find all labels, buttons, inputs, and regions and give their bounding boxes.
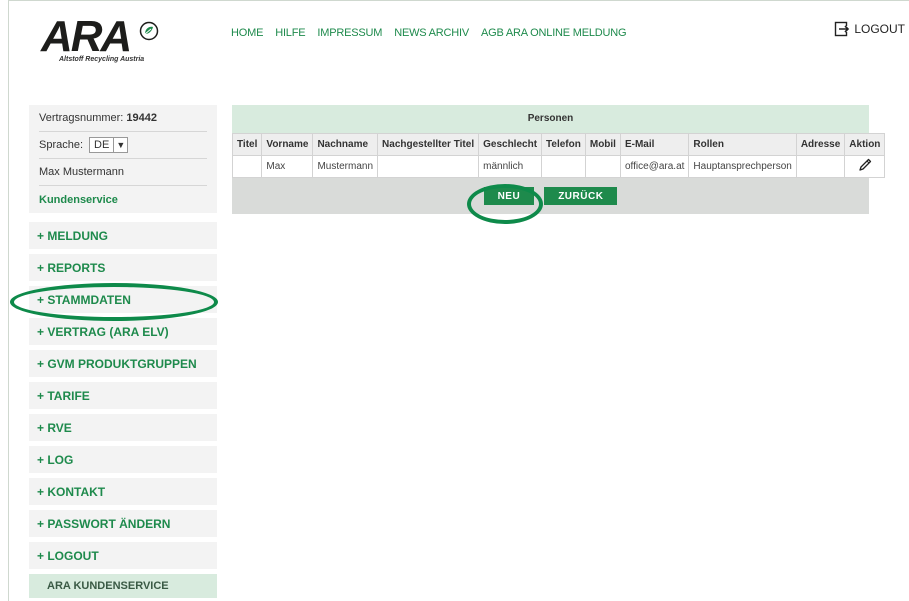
cell-rollen: Hauptansprechperson xyxy=(688,155,797,178)
cell-titel xyxy=(231,155,263,178)
pencil-icon[interactable] xyxy=(858,158,872,172)
col-nachname: Nachname xyxy=(312,133,379,156)
persons-panel: Personen Titel Vorname Nachname Nachgest… xyxy=(231,105,886,214)
top-navigation: HOME HILFE IMPRESSUM NEWS ARCHIV AGB ARA… xyxy=(231,27,627,39)
sidebar-item-kontakt[interactable]: + KONTAKT xyxy=(29,478,217,505)
col-aktion: Aktion xyxy=(844,133,886,156)
col-email: E-Mail xyxy=(619,133,690,156)
nav-impressum[interactable]: IMPRESSUM xyxy=(317,27,382,39)
language-label: Sprache: xyxy=(39,139,84,151)
sidebar-menu: + MELDUNG + REPORTS + STAMMDATEN + VERTR… xyxy=(29,222,217,598)
header-logout-button[interactable]: LOGOUT xyxy=(834,21,905,37)
language-row: Sprache: DE ▼ xyxy=(39,132,207,159)
cell-mobil xyxy=(584,155,621,178)
sidebar-item-vertrag[interactable]: + VERTRAG (ARA ELV) xyxy=(29,318,217,345)
logo-subtitle: Altstoff Recycling Austria xyxy=(59,56,145,63)
cell-email: office@ara.at xyxy=(619,155,690,178)
nav-agb[interactable]: AGB ARA ONLINE MELDUNG xyxy=(481,27,627,39)
sidebar-item-rve[interactable]: + RVE xyxy=(29,414,217,441)
contract-label: Vertragsnummer: xyxy=(39,112,124,124)
nav-home[interactable]: HOME xyxy=(231,27,263,39)
contract-row: Vertragsnummer: 19442 xyxy=(39,105,207,132)
logout-icon xyxy=(835,21,850,37)
customer-service-row: Kundenservice xyxy=(39,186,207,213)
sidebar-item-log[interactable]: + LOG xyxy=(29,446,217,473)
sidebar-item-passwort-aendern[interactable]: + PASSWORT ÄNDERN xyxy=(29,510,217,537)
nav-hilfe[interactable]: HILFE xyxy=(275,27,305,39)
sidebar-item-reports[interactable]: + REPORTS xyxy=(29,254,217,281)
cell-vorname: Max xyxy=(261,155,314,178)
ara-kundenservice-box: ARA KUNDENSERVICE xyxy=(29,574,217,598)
logo-text: ARA xyxy=(41,12,132,61)
panel-title: Personen xyxy=(232,105,869,133)
sidebar-item-tarife[interactable]: + TARIFE xyxy=(29,382,217,409)
cell-nachgestellter-titel xyxy=(377,155,480,178)
cell-telefon xyxy=(541,155,586,178)
persons-table: Titel Vorname Nachname Nachgestellter Ti… xyxy=(231,133,886,178)
language-value: DE xyxy=(94,139,110,151)
page-frame: ARA Altstoff Recycling Austria HOME HILF… xyxy=(8,0,909,601)
nav-news-archiv[interactable]: NEWS ARCHIV xyxy=(394,27,469,39)
logout-label: LOGOUT xyxy=(854,22,905,36)
col-rollen: Rollen xyxy=(688,133,797,156)
sidebar-item-gvm-produktgruppen[interactable]: + GVM PRODUKTGRUPPEN xyxy=(29,350,217,377)
user-row: Max Mustermann xyxy=(39,159,207,186)
sidebar-item-meldung[interactable]: + MELDUNG xyxy=(29,222,217,249)
sidebar-item-stammdaten[interactable]: + STAMMDATEN xyxy=(29,286,217,313)
col-telefon: Telefon xyxy=(541,133,586,156)
cell-geschlecht: männlich xyxy=(478,155,543,178)
col-mobil: Mobil xyxy=(584,133,621,156)
panel-actions: NEU ZURÜCK xyxy=(232,178,869,214)
language-select[interactable]: DE ▼ xyxy=(89,137,129,153)
leaf-swirl-icon xyxy=(139,21,159,41)
account-info-box: Vertragsnummer: 19442 Sprache: DE ▼ Max … xyxy=(29,105,217,213)
cell-aktion xyxy=(844,155,886,178)
cell-adresse xyxy=(795,155,846,178)
table-header-row: Titel Vorname Nachname Nachgestellter Ti… xyxy=(231,133,886,156)
cell-nachname: Mustermann xyxy=(312,155,379,178)
col-adresse: Adresse xyxy=(795,133,846,156)
table-row: Max Mustermann männlich office@ara.at Ha… xyxy=(231,155,886,178)
col-nachgestellter-titel: Nachgestellter Titel xyxy=(377,133,480,156)
sidebar: Vertragsnummer: 19442 Sprache: DE ▼ Max … xyxy=(29,105,217,598)
col-titel: Titel xyxy=(231,133,263,156)
user-name: Max Mustermann xyxy=(39,166,124,178)
back-button[interactable]: ZURÜCK xyxy=(544,187,618,205)
new-button[interactable]: NEU xyxy=(483,187,535,205)
chevron-down-icon: ▼ xyxy=(113,138,127,152)
customer-service-link[interactable]: Kundenservice xyxy=(39,194,118,206)
col-geschlecht: Geschlecht xyxy=(478,133,543,156)
contract-number: 19442 xyxy=(126,112,157,124)
col-vorname: Vorname xyxy=(261,133,314,156)
sidebar-item-logout[interactable]: + LOGOUT xyxy=(29,542,217,569)
ara-logo[interactable]: ARA Altstoff Recycling Austria xyxy=(41,15,181,69)
